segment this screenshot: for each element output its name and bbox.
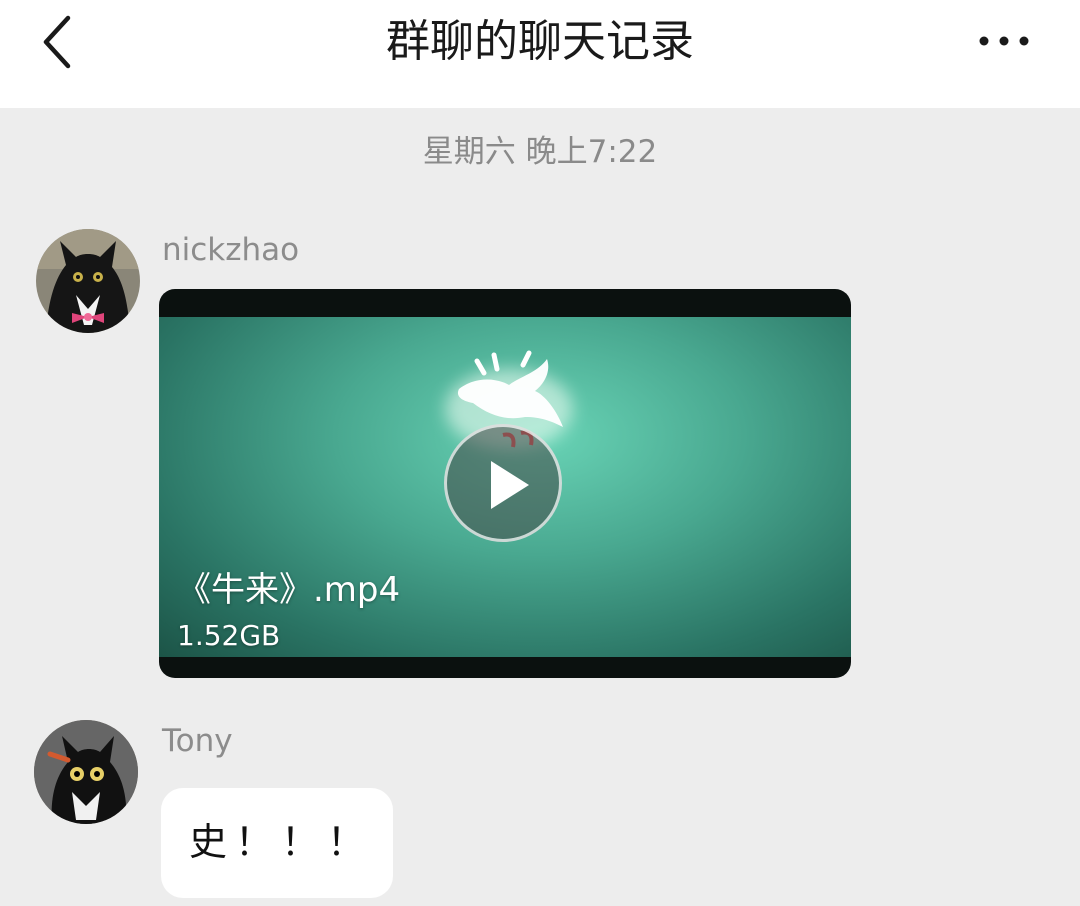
play-icon — [491, 461, 529, 509]
black-cat-bowtie-avatar — [36, 229, 140, 333]
video-message[interactable]: 《牛来》.mp4 1.52GB — [159, 289, 851, 678]
more-dots-icon[interactable] — [972, 28, 1036, 54]
sender-name: nickzhao — [162, 232, 300, 268]
avatar[interactable] — [34, 720, 138, 824]
message-timestamp: 星期六 晚上7:22 — [422, 134, 658, 170]
play-button[interactable] — [444, 424, 562, 542]
avatar[interactable] — [36, 229, 140, 333]
video-file-name: 《牛来》.mp4 — [177, 570, 401, 610]
video-file-size: 1.52GB — [177, 619, 281, 652]
sender-name: Tony — [162, 723, 233, 759]
page-title: 群聊的聊天记录 — [386, 16, 694, 67]
message-text: 史！！！ — [189, 820, 374, 864]
chevron-left-icon[interactable] — [38, 12, 78, 72]
tuxedo-cat-avatar — [34, 720, 138, 824]
message-bubble[interactable]: 史！！！ — [161, 788, 393, 898]
top-nav-bar: 群聊的聊天记录 — [0, 0, 1080, 108]
